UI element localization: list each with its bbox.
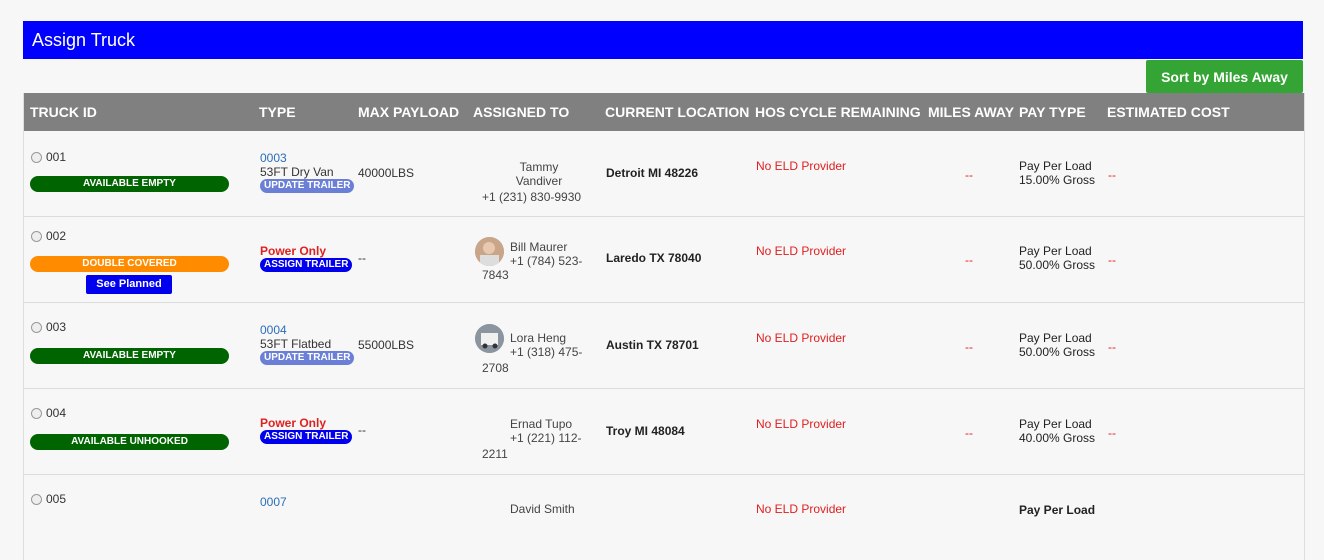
row-select-radio[interactable] (31, 408, 42, 419)
current-location: Troy MI 48084 (606, 424, 685, 438)
page-title-bar: Assign Truck (23, 21, 1303, 59)
col-estimated-cost[interactable]: ESTIMATED COST (1107, 93, 1230, 131)
driver-name-line1: Tammy (519, 160, 559, 174)
update-trailer-button[interactable]: UPDATE TRAILER (260, 179, 355, 193)
table-row[interactable]: 002 DOUBLE COVERED See Planned Power Onl… (24, 217, 1304, 303)
hos-status: No ELD Provider (756, 244, 847, 258)
driver-name: Lora Heng (510, 331, 567, 345)
driver-phone-cont: 7843 (482, 268, 509, 282)
truck-id: 004 (46, 406, 67, 420)
pay-rate: 40.00% Gross (1019, 431, 1096, 445)
sort-by-miles-button[interactable]: Sort by Miles Away (1146, 60, 1303, 93)
driver-name-line2: Vandiver (515, 174, 563, 188)
estimated-cost: -- (1108, 168, 1116, 182)
row-select-radio[interactable] (31, 494, 42, 505)
table-row[interactable]: 003 AVAILABLE EMPTY 0004 53FT Flatbed UP… (24, 303, 1304, 389)
miles-away: -- (965, 168, 973, 182)
driver-phone: +1 (318) 475- (510, 345, 583, 359)
hos-status: No ELD Provider (756, 159, 847, 173)
current-location: Detroit MI 48226 (606, 166, 699, 180)
col-type[interactable]: TYPE (259, 93, 296, 131)
current-location: Austin TX 78701 (606, 338, 699, 352)
avatar (475, 324, 504, 353)
driver-phone-cont: 2708 (482, 361, 509, 375)
pay-type-label: Pay Per Load (1019, 159, 1092, 173)
col-pay-type[interactable]: PAY TYPE (1019, 93, 1086, 131)
col-truck-id[interactable]: TRUCK ID (30, 93, 97, 131)
estimated-cost: -- (1108, 253, 1116, 267)
trailer-type: 53FT Flatbed (260, 337, 332, 351)
status-badge: AVAILABLE EMPTY (30, 176, 229, 192)
miles-away: -- (965, 340, 973, 354)
miles-away: -- (965, 426, 973, 440)
current-location: Laredo TX 78040 (606, 251, 702, 265)
trailer-link[interactable]: 0007 (260, 495, 287, 509)
type-label: Power Only (260, 244, 327, 258)
table-header: TRUCK ID TYPE MAX PAYLOAD ASSIGNED TO CU… (24, 93, 1304, 131)
pay-type: Pay Per Load 50.00% Gross (1019, 244, 1095, 272)
driver-phone: +1 (221) 112- (510, 431, 582, 445)
type-label: Power Only (260, 416, 327, 430)
driver-name: Tammy Vandiver (474, 160, 604, 188)
estimated-cost: -- (1108, 340, 1116, 354)
hos-status: No ELD Provider (756, 417, 847, 431)
pay-type-label: Pay Per Load (1019, 244, 1092, 258)
col-current-location[interactable]: CURRENT LOCATION (605, 93, 749, 131)
driver-name: David Smith (510, 502, 575, 516)
status-badge: AVAILABLE UNHOOKED (30, 434, 229, 450)
table-row[interactable]: 001 AVAILABLE EMPTY 0003 53FT Dry Van UP… (24, 131, 1304, 217)
pay-rate: 50.00% Gross (1019, 258, 1096, 272)
col-miles-away[interactable]: MILES AWAY (928, 93, 1014, 131)
assign-trailer-button[interactable]: ASSIGN TRAILER (260, 430, 353, 444)
pay-type: Pay Per Load 40.00% Gross (1019, 417, 1095, 445)
trailer-link[interactable]: 0003 (260, 151, 287, 165)
miles-away: -- (965, 253, 973, 267)
truck-id: 001 (46, 150, 67, 164)
pay-rate: 15.00% Gross (1019, 173, 1096, 187)
avatar (475, 237, 504, 266)
estimated-cost: -- (1108, 426, 1116, 440)
see-planned-button[interactable]: See Planned (86, 275, 172, 294)
col-max-payload[interactable]: MAX PAYLOAD (358, 93, 459, 131)
col-hos-cycle[interactable]: HOS CYCLE REMAINING (755, 93, 921, 131)
max-payload: 55000LBS (358, 338, 415, 352)
pay-type: Pay Per Load (1019, 503, 1095, 517)
page-title: Assign Truck (32, 30, 136, 50)
update-trailer-button[interactable]: UPDATE TRAILER (260, 351, 355, 365)
hos-status: No ELD Provider (756, 331, 847, 345)
pay-type-label: Pay Per Load (1019, 503, 1096, 517)
pay-type-label: Pay Per Load (1019, 331, 1092, 345)
driver-name: Ernad Tupo (510, 417, 573, 431)
driver-phone: +1 (784) 523- (510, 254, 583, 268)
assign-trailer-button[interactable]: ASSIGN TRAILER (260, 258, 353, 272)
max-payload: -- (358, 423, 366, 437)
truck-id: 002 (46, 229, 67, 243)
status-badge: DOUBLE COVERED (30, 256, 229, 272)
truck-id: 005 (46, 492, 67, 506)
pay-rate: 50.00% Gross (1019, 345, 1096, 359)
table-row[interactable]: 005 0007 David Smith No ELD Provider Pay… (24, 475, 1304, 560)
row-select-radio[interactable] (31, 231, 42, 242)
trailer-type: 53FT Dry Van (260, 165, 334, 179)
row-select-radio[interactable] (31, 322, 42, 333)
hos-status: No ELD Provider (756, 502, 847, 516)
truck-id: 003 (46, 320, 67, 334)
driver-phone: +1 (231) 830-9930 (482, 190, 582, 204)
pay-type: Pay Per Load 50.00% Gross (1019, 331, 1095, 359)
truck-table: TRUCK ID TYPE MAX PAYLOAD ASSIGNED TO CU… (23, 93, 1305, 560)
table-row[interactable]: 004 AVAILABLE UNHOOKED Power Only ASSIGN… (24, 389, 1304, 475)
max-payload: 40000LBS (358, 166, 415, 180)
col-assigned-to[interactable]: ASSIGNED TO (473, 93, 569, 131)
row-select-radio[interactable] (31, 152, 42, 163)
pay-type: Pay Per Load 15.00% Gross (1019, 159, 1095, 187)
driver-phone-cont: 2211 (482, 447, 508, 461)
max-payload: -- (358, 251, 366, 265)
status-badge: AVAILABLE EMPTY (30, 348, 229, 364)
trailer-link[interactable]: 0004 (260, 323, 287, 337)
driver-name: Bill Maurer (510, 240, 568, 254)
pay-type-label: Pay Per Load (1019, 417, 1092, 431)
